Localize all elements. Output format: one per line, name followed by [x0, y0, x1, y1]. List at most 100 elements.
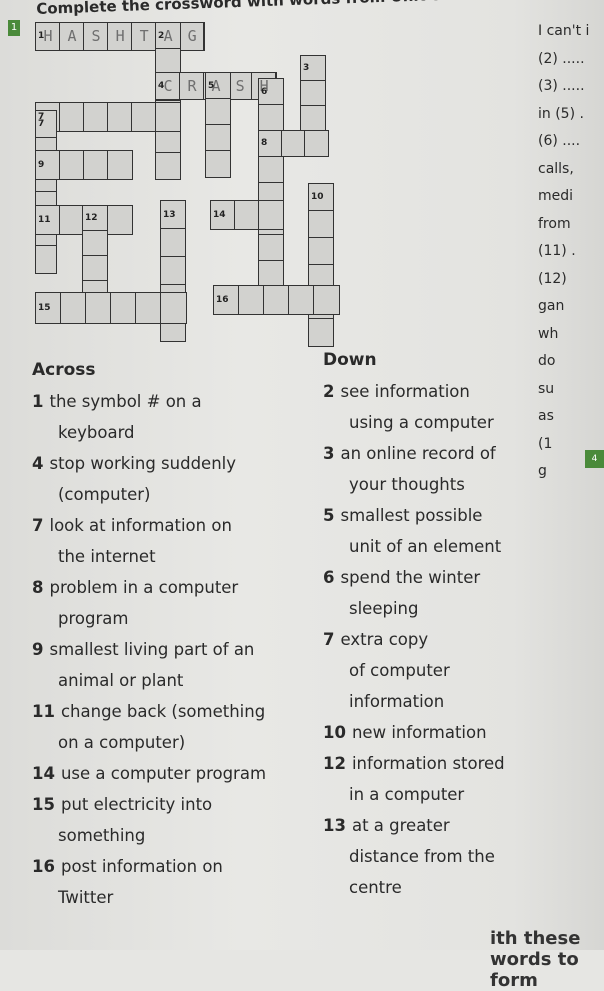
clue-number: 6: [261, 87, 268, 97]
crossword-cell[interactable]: [309, 238, 333, 265]
text-line: (2) .....: [538, 50, 585, 67]
text-line: (11) .: [538, 243, 576, 259]
clue-text: information: [349, 692, 445, 711]
crossword-cell[interactable]: [84, 23, 108, 50]
crossword-cell[interactable]: [83, 231, 107, 256]
crossword-cell[interactable]: [156, 153, 180, 179]
crossword-cell[interactable]: 11: [36, 206, 60, 234]
crossword-cell[interactable]: [239, 286, 264, 314]
clue-number: 11: [38, 215, 51, 225]
crossword-cell[interactable]: [84, 151, 108, 179]
crossword-entry-2-down[interactable]: 2: [155, 22, 181, 180]
crossword-cell[interactable]: [305, 131, 328, 156]
clue-number: 10: [323, 723, 346, 742]
clue-text: extra copy: [340, 630, 429, 649]
crossword-cell[interactable]: 2: [156, 23, 180, 49]
crossword-cell[interactable]: [206, 125, 230, 151]
crossword-cell[interactable]: [264, 286, 289, 314]
clue-across-16: 16 post information on Twitter: [32, 851, 322, 913]
crossword-cell[interactable]: [86, 293, 111, 323]
crossword-cell[interactable]: [108, 151, 132, 179]
text-line: I can't i: [538, 23, 590, 39]
crossword-cell[interactable]: 12: [83, 206, 107, 231]
crossword-cell[interactable]: 1: [36, 23, 60, 50]
clue-number: 16: [216, 295, 229, 305]
clue-text: spend the winter: [340, 568, 481, 587]
crossword-cell[interactable]: 7: [36, 111, 56, 138]
crossword-cell[interactable]: [180, 23, 204, 50]
crossword-entry-6-down[interactable]: 6: [258, 78, 284, 314]
crossword-entry-16-across[interactable]: 16: [213, 285, 340, 315]
crossword-cell[interactable]: [259, 201, 283, 229]
crossword-cell[interactable]: [206, 99, 230, 125]
crossword-cell[interactable]: [228, 73, 252, 99]
clue-text: keyboard: [58, 423, 135, 442]
crossword-cell[interactable]: [301, 106, 325, 131]
crossword-cell[interactable]: [161, 293, 186, 323]
crossword-entry-10-down[interactable]: 10: [308, 183, 334, 347]
clue-text: of computer: [349, 661, 450, 680]
crossword-cell[interactable]: [309, 319, 333, 346]
clue-number: 2: [158, 31, 165, 41]
crossword-cell[interactable]: 14: [211, 201, 235, 229]
clue-text: look at information on: [49, 516, 232, 535]
clue-number: 5: [208, 81, 215, 91]
text-line: as: [538, 408, 554, 424]
clue-text: smallest living part of an: [49, 640, 255, 659]
crossword-entry-9-across[interactable]: 9: [35, 150, 133, 180]
crossword-cell[interactable]: [108, 103, 132, 131]
crossword-cell[interactable]: [235, 201, 259, 229]
clue-number: 14: [213, 210, 226, 220]
crossword-entry-7-down[interactable]: 7: [35, 110, 57, 274]
crossword-cell[interactable]: [108, 23, 132, 50]
next-exercise-text: ith these words to form: [490, 928, 581, 991]
crossword-cell[interactable]: [206, 151, 230, 177]
crossword-cell[interactable]: [161, 229, 185, 257]
crossword-cell[interactable]: [156, 103, 180, 131]
crossword-cell[interactable]: [309, 211, 333, 238]
crossword-cell[interactable]: [60, 103, 84, 131]
crossword-cell[interactable]: [289, 286, 314, 314]
crossword-cell[interactable]: [61, 293, 86, 323]
crossword-cell[interactable]: [108, 206, 132, 234]
clue-text: stop working suddenly: [49, 454, 237, 473]
crossword-entry-14-across[interactable]: 14: [210, 200, 284, 230]
crossword-cell[interactable]: 9: [36, 151, 60, 179]
crossword-cell[interactable]: [180, 73, 204, 99]
crossword-cell[interactable]: [259, 235, 283, 261]
crossword-cell[interactable]: [84, 103, 108, 131]
crossword-entry-5-down[interactable]: 5: [205, 72, 231, 178]
crossword-cell[interactable]: 10: [309, 184, 333, 211]
crossword-entry-8-across[interactable]: 8: [258, 130, 329, 157]
crossword-cell[interactable]: [314, 286, 339, 314]
clue-text: on a computer): [58, 733, 186, 752]
crossword-cell[interactable]: 6: [259, 79, 283, 105]
crossword-cell[interactable]: [60, 206, 84, 234]
clue-number: 11: [32, 702, 55, 721]
crossword-cell[interactable]: 15: [36, 293, 61, 323]
crossword-cell[interactable]: [161, 257, 185, 285]
crossword-cell[interactable]: 13: [161, 201, 185, 229]
crossword-cell[interactable]: 16: [214, 286, 239, 314]
crossword-cell[interactable]: [259, 157, 283, 183]
crossword-cell[interactable]: [259, 105, 283, 131]
crossword-cell[interactable]: [36, 246, 56, 273]
crossword-cell[interactable]: 3: [301, 56, 325, 81]
crossword-cell[interactable]: [301, 81, 325, 106]
crossword-cell[interactable]: [83, 256, 107, 281]
crossword-cell[interactable]: [132, 23, 156, 50]
crossword-cell[interactable]: [282, 131, 305, 156]
crossword-cell[interactable]: 4: [156, 73, 180, 99]
clue-down-6: 6 spend the winter sleeping: [323, 562, 543, 624]
crossword-cell[interactable]: 5: [206, 73, 230, 99]
clue-down-3: 3 an online record of your thoughts: [323, 438, 543, 500]
crossword-cell[interactable]: [136, 293, 161, 323]
crossword-cell[interactable]: [60, 23, 84, 50]
crossword-cell[interactable]: [132, 103, 156, 131]
crossword-entry-15-across[interactable]: 15: [35, 292, 187, 324]
crossword-cell[interactable]: 8: [259, 131, 282, 156]
clue-number: 9: [38, 160, 45, 170]
crossword-cell[interactable]: [259, 261, 283, 287]
crossword-cell[interactable]: [111, 293, 136, 323]
crossword-cell[interactable]: [60, 151, 84, 179]
